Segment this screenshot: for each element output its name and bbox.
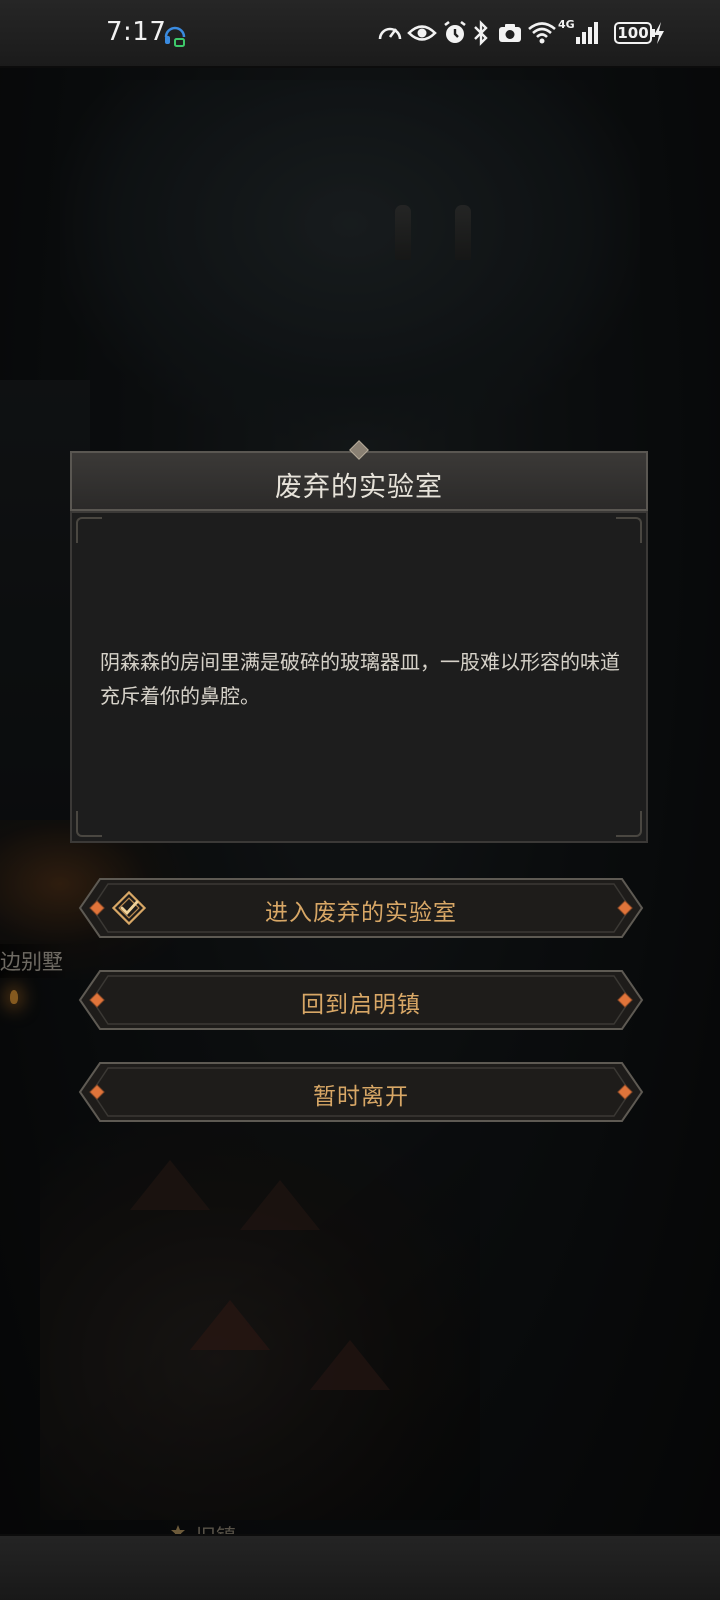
eye-icon xyxy=(407,25,437,41)
alarm-icon xyxy=(444,20,466,43)
network-type: 4G xyxy=(558,18,575,31)
status-time: 7:17 xyxy=(106,17,167,47)
corner-ornament xyxy=(616,811,642,837)
game-screen: 边别墅 7:17 4G 100 废弃的实验室 阴森森的房间里满是破碎的玻璃器皿，… xyxy=(0,0,720,1600)
speedometer-icon xyxy=(378,27,402,40)
choice-label: 进入废弃的实验室 xyxy=(265,900,457,926)
headset-icon xyxy=(164,26,186,47)
corner-ornament xyxy=(616,517,642,543)
choice-label: 暂时离开 xyxy=(313,1084,409,1110)
dialog-title: 废弃的实验室 xyxy=(275,472,443,503)
bottom-bar xyxy=(0,1534,720,1600)
dialog-description: 阴森森的房间里满是破碎的玻璃器皿，一股难以形容的味道充斥着你的鼻腔。 xyxy=(100,650,620,708)
choice-enter-lab-button[interactable]: 进入废弃的实验室 xyxy=(78,877,644,939)
signal-icon xyxy=(576,22,598,44)
choice-label: 回到启明镇 xyxy=(301,992,421,1018)
choice-return-town-button[interactable]: 回到启明镇 xyxy=(78,969,644,1031)
status-bar: 7:17 4G 100 xyxy=(0,0,720,68)
corner-ornament xyxy=(76,811,102,837)
dialog-body: 阴森森的房间里满是破碎的玻璃器皿，一股难以形容的味道充斥着你的鼻腔。 xyxy=(70,511,648,843)
bluetooth-icon xyxy=(474,20,488,46)
battery-indicator: 100 xyxy=(614,22,655,44)
corner-ornament xyxy=(76,517,102,543)
camera-icon xyxy=(499,24,521,42)
dialog-title-bar: 废弃的实验室 xyxy=(70,451,648,511)
charging-bolt-icon xyxy=(654,22,664,44)
wifi-icon xyxy=(528,22,556,44)
choice-leave-button[interactable]: 暂时离开 xyxy=(78,1061,644,1123)
